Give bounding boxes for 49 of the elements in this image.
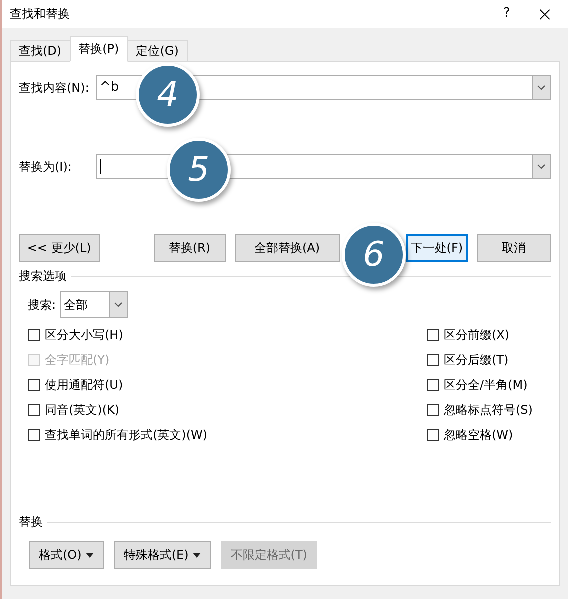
- checkbox[interactable]: [427, 328, 439, 340]
- option-label: 同音(英文)(K): [45, 402, 120, 418]
- field-value: ^b: [100, 78, 120, 97]
- checkbox[interactable]: [28, 328, 40, 340]
- caret-icon: [192, 552, 201, 558]
- checkbox[interactable]: [28, 378, 40, 390]
- option-label: 区分后缀(T): [444, 352, 509, 368]
- option-label: 区分大小写(H): [45, 326, 124, 344]
- dialog-button[interactable]: 全部替换(A): [234, 234, 340, 262]
- dropdown-button[interactable]: [532, 76, 550, 99]
- option-label: 忽略标点符号(S): [444, 402, 533, 418]
- tab[interactable]: 替换(P): [70, 36, 128, 62]
- chevron-down-icon: [114, 302, 124, 308]
- option-label: 使用通配符(U): [45, 376, 124, 394]
- window-title: 查找和替换: [10, 6, 71, 23]
- chevron-down-icon: [537, 84, 546, 90]
- text-cursor: [100, 159, 101, 174]
- dialog-button[interactable]: 取消: [477, 234, 551, 262]
- search-select[interactable]: 全部: [60, 291, 128, 318]
- dialog-button[interactable]: 下一处(F): [406, 234, 468, 262]
- select-value: 全部: [63, 296, 90, 314]
- format-button[interactable]: 特殊格式(E): [114, 541, 211, 569]
- dropdown-button[interactable]: [109, 292, 128, 317]
- format-button[interactable]: 格式(O): [29, 541, 104, 569]
- checkbox[interactable]: [427, 428, 439, 440]
- dialog-button[interactable]: 替换(R): [154, 234, 226, 262]
- field-label: 替换为(I):: [19, 158, 73, 176]
- dropdown-button[interactable]: [532, 155, 550, 178]
- field-label: 查找内容(N):: [19, 80, 90, 96]
- checkbox[interactable]: [28, 404, 40, 416]
- checkbox[interactable]: [427, 354, 439, 366]
- option-label: 全字匹配(Y): [45, 352, 110, 368]
- checkbox[interactable]: [28, 428, 40, 440]
- close-button[interactable]: ×: [522, 0, 568, 29]
- option-label: 区分前缀(X): [444, 326, 510, 344]
- tab[interactable]: 定位(G): [127, 40, 188, 62]
- section-title: 替换: [19, 514, 43, 531]
- chevron-down-icon: [537, 164, 546, 170]
- search-label: 搜索:: [28, 296, 56, 314]
- option-label: 查找单词的所有形式(英文)(W): [45, 426, 208, 444]
- checkbox[interactable]: [427, 404, 439, 416]
- option-label: 区分全/半角(M): [444, 376, 528, 394]
- option-label: 忽略空格(W): [444, 426, 514, 444]
- dialog-button[interactable]: << 更少(L): [19, 234, 100, 262]
- checkbox[interactable]: [427, 378, 439, 390]
- caret-icon: [86, 552, 94, 558]
- section-title: 搜索选项: [19, 268, 67, 285]
- tab[interactable]: 查找(D): [10, 40, 71, 62]
- help-button[interactable]: ?: [492, 4, 522, 24]
